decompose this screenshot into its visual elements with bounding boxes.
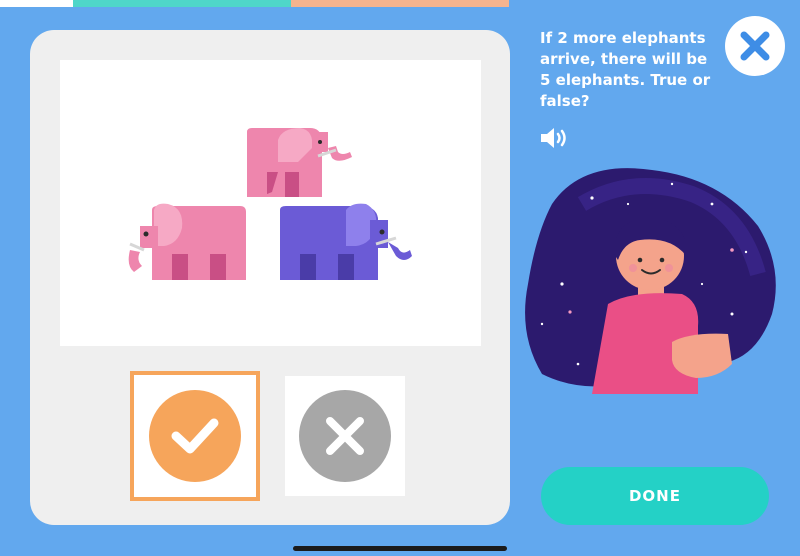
x-icon <box>299 390 391 482</box>
question-card <box>30 30 510 525</box>
close-icon <box>740 31 770 61</box>
check-icon <box>149 390 241 482</box>
progress-bar <box>0 0 800 7</box>
elephant-pink-left <box>128 203 246 280</box>
answer-false-button[interactable] <box>285 376 405 496</box>
close-button[interactable] <box>725 16 785 76</box>
tutor-character-illustration <box>525 168 776 394</box>
elephants-illustration <box>128 128 412 280</box>
question-text: If 2 more elephants arrive, there will b… <box>540 29 711 110</box>
progress-segment <box>291 0 509 7</box>
answer-true-button[interactable] <box>130 371 260 501</box>
home-indicator <box>293 546 507 551</box>
progress-segment <box>73 0 291 7</box>
done-button[interactable]: DONE <box>541 467 769 525</box>
question-picture <box>60 60 481 346</box>
elephant-pink-top <box>247 128 352 197</box>
speaker-icon[interactable] <box>540 127 570 149</box>
progress-segment <box>0 0 73 7</box>
progress-segment <box>509 0 800 7</box>
elephant-purple <box>280 203 412 280</box>
